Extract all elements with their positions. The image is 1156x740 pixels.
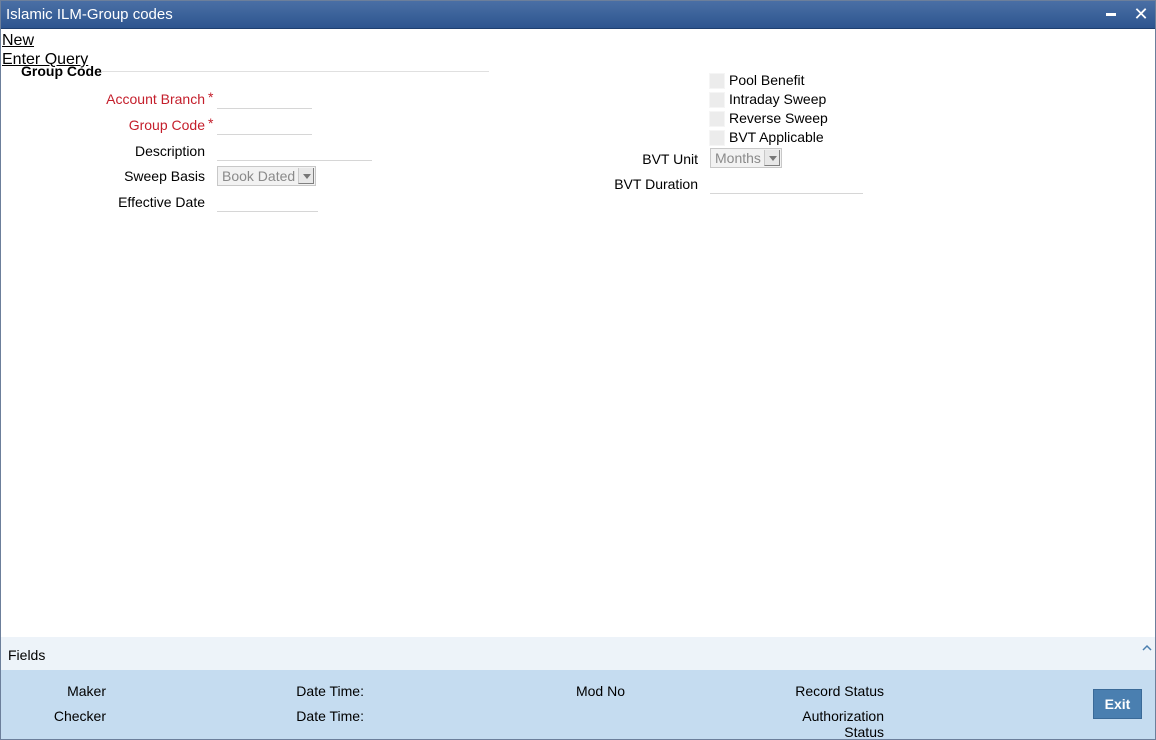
maker-date-time-label: Date Time: — [296, 683, 364, 699]
bvt-unit-label: BVT Unit — [642, 151, 698, 167]
main-window: Islamic ILM-Group codes ✕ New Enter Quer… — [0, 0, 1156, 740]
checker-label: Checker — [53, 708, 106, 724]
account-branch-label: Account Branch — [106, 91, 205, 107]
chevron-down-icon[interactable] — [764, 150, 780, 166]
window-title: Islamic ILM-Group codes — [6, 6, 173, 23]
effective-date-input[interactable] — [217, 192, 318, 212]
bvt-applicable-label: BVT Applicable — [729, 129, 824, 145]
authorization-status-label: Authorization — [802, 708, 884, 724]
reverse-sweep-checkbox[interactable] — [709, 111, 725, 127]
description-label: Description — [134, 143, 205, 159]
reverse-sweep-label: Reverse Sweep — [729, 110, 828, 126]
exit-button[interactable]: Exit — [1093, 689, 1142, 719]
bvt-applicable-checkbox[interactable] — [709, 130, 725, 146]
sweep-basis-label: Sweep Basis — [124, 168, 205, 184]
intraday-sweep-label: Intraday Sweep — [729, 91, 827, 107]
fields-label: Fields — [8, 647, 46, 663]
maker-label: Maker — [67, 683, 106, 699]
intraday-sweep-checkbox[interactable] — [709, 92, 725, 108]
required-marker: * — [208, 89, 214, 105]
authorization-status-label-line2: Status — [844, 724, 884, 740]
bvt-duration-label: BVT Duration — [614, 176, 698, 192]
chevron-down-icon[interactable] — [298, 168, 314, 184]
bvt-duration-input[interactable] — [710, 174, 863, 194]
sweep-basis-value: Book Dated — [222, 168, 296, 184]
group-code-input[interactable] — [217, 115, 312, 135]
minimize-icon[interactable] — [1100, 4, 1122, 24]
checker-date-time-label: Date Time: — [296, 708, 364, 724]
description-input[interactable] — [217, 141, 372, 161]
audit-footer: Maker Checker Date Time: Date Time: Mod … — [1, 670, 1155, 739]
close-icon[interactable]: ✕ — [1130, 4, 1152, 24]
pool-benefit-checkbox[interactable] — [709, 73, 725, 89]
sweep-basis-select[interactable]: Book Dated — [217, 166, 316, 186]
section-title: Group Code — [21, 63, 102, 79]
group-code-label: Group Code — [128, 117, 205, 133]
chevron-up-icon[interactable] — [1142, 643, 1152, 653]
account-branch-input[interactable] — [217, 89, 312, 109]
new-link[interactable]: New — [2, 32, 34, 50]
required-marker: * — [208, 115, 214, 131]
bvt-unit-value: Months — [715, 150, 761, 166]
title-bar: Islamic ILM-Group codes ✕ — [1, 1, 1155, 29]
record-status-label: Record Status — [795, 683, 884, 699]
bvt-unit-select[interactable]: Months — [710, 148, 782, 168]
fields-bar[interactable]: Fields — [1, 637, 1155, 670]
pool-benefit-label: Pool Benefit — [729, 72, 805, 88]
mod-no-label: Mod No — [575, 683, 625, 699]
effective-date-label: Effective Date — [118, 194, 205, 210]
section-divider — [101, 71, 489, 72]
